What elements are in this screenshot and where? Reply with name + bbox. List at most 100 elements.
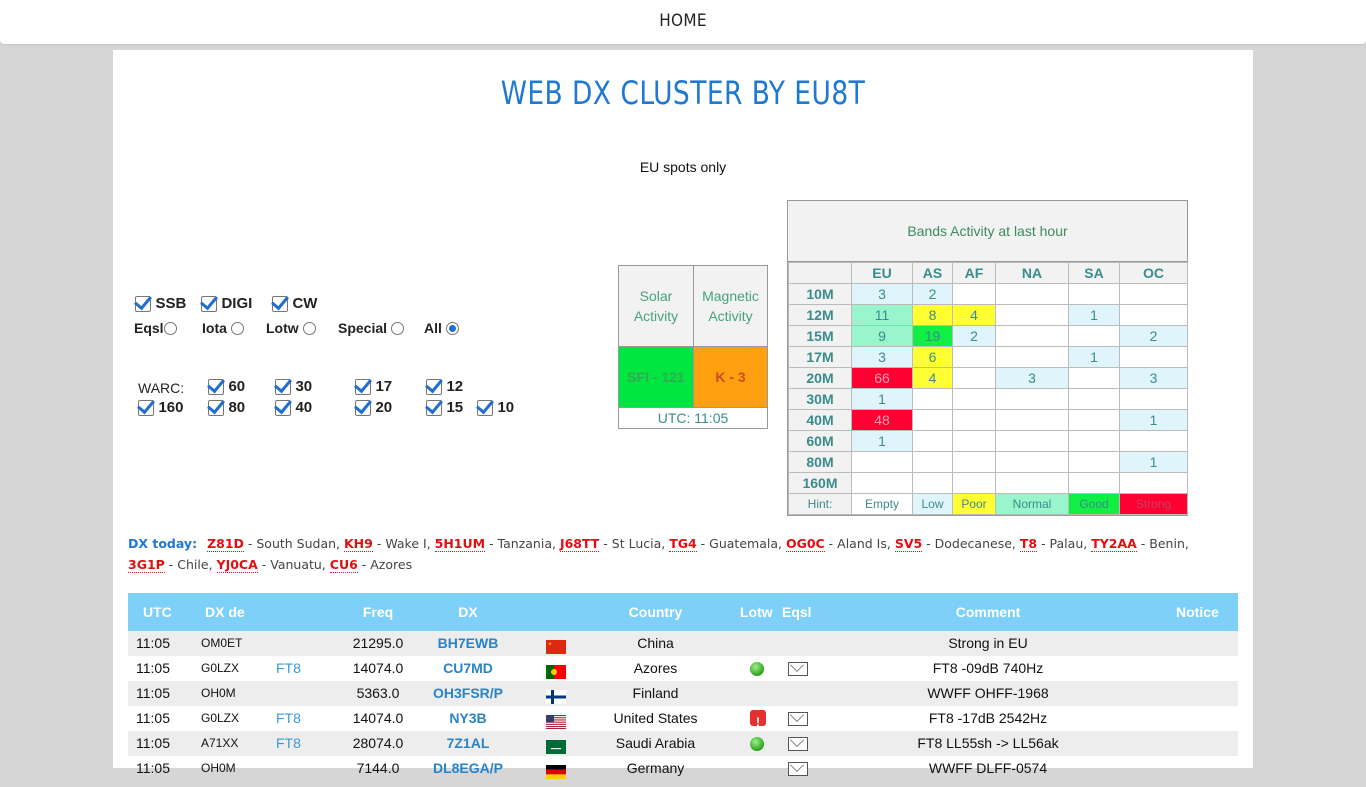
spot-row[interactable]: 11:05 OM0ET 21295.0 BH7EWB China Strong in EU: [128, 631, 1238, 656]
band-row-12m: 12M 11 8 4 1: [788, 304, 1188, 326]
dx-today-call[interactable]: TY2AA: [1091, 536, 1137, 552]
spot-spotter[interactable]: A71XX: [201, 731, 238, 756]
radio-all-button[interactable]: [446, 322, 460, 336]
solar-activity-label: Solar Activity: [619, 266, 694, 347]
dx-today-call[interactable]: SV5: [894, 536, 923, 552]
dx-today-call[interactable]: Z81D: [207, 536, 244, 552]
col-notice[interactable]: Notice: [1176, 593, 1219, 631]
radio-lotw[interactable]: Lotw: [266, 320, 317, 338]
filter-cw[interactable]: CW: [272, 295, 317, 313]
filter-band-60[interactable]: 60: [208, 378, 245, 396]
spot-spotter[interactable]: OH0M: [201, 681, 236, 706]
spot-utc: 11:05: [136, 760, 170, 776]
col-dx-de[interactable]: DX de: [205, 593, 245, 631]
filter-band-40[interactable]: 40: [275, 399, 312, 417]
filter-digi[interactable]: DIGI: [201, 295, 252, 313]
dx-today-call[interactable]: KH9: [344, 536, 373, 552]
hint-poor: Poor: [952, 493, 996, 515]
spot-utc: 11:05: [136, 710, 170, 726]
home-link[interactable]: HOME: [0, 11, 1366, 31]
spot-dx-call[interactable]: 7Z1AL: [418, 731, 518, 756]
band-activity-cell: 48: [851, 409, 913, 431]
col-dx[interactable]: DX: [418, 593, 518, 631]
band-label: 17M: [788, 346, 852, 368]
col-utc[interactable]: UTC: [143, 593, 172, 631]
spot-dx-call[interactable]: OH3FSR/P: [418, 681, 518, 706]
spot-utc: 11:05: [136, 660, 170, 676]
filter-band-10[interactable]: 10: [477, 399, 514, 417]
radio-eqsl[interactable]: Eqsl: [134, 320, 177, 338]
region-as: AS: [912, 262, 953, 284]
band-activity-cell: 1: [851, 430, 913, 452]
band-activity-cell: [912, 451, 953, 473]
band-activity-cell: 1: [1068, 304, 1120, 326]
spot-dx-call[interactable]: CU7MD: [418, 656, 518, 681]
band-activity-cell: 66: [851, 367, 913, 389]
spot-freq[interactable]: 28074.0: [323, 731, 433, 756]
spot-comment: Strong in EU: [948, 635, 1028, 651]
dx-today-call[interactable]: 3G1P: [128, 557, 165, 573]
spot-row[interactable]: 11:05 G0LZX FT8 14074.0 NY3B United States! FT…: [128, 706, 1238, 731]
hint-empty: Empty: [851, 493, 913, 515]
spot-freq[interactable]: 14074.0: [323, 656, 433, 681]
dx-today-call[interactable]: J68TT: [559, 536, 600, 552]
spot-dx-call[interactable]: BH7EWB: [418, 631, 518, 656]
band-activity-cell: [952, 451, 996, 473]
band-activity-cell: [952, 367, 996, 389]
spot-dx-call[interactable]: DL8EGA/P: [418, 756, 518, 781]
filter-band-15[interactable]: 15: [426, 399, 463, 417]
radio-iota[interactable]: Iota: [202, 320, 245, 338]
spot-spotter[interactable]: OM0ET: [201, 631, 242, 656]
filter-band-160[interactable]: 160: [138, 399, 183, 417]
flag-de-icon: [546, 762, 566, 779]
spot-dx-call[interactable]: NY3B: [418, 706, 518, 731]
dx-today-call[interactable]: T8: [1019, 536, 1038, 552]
radio-lotw-button[interactable]: [303, 322, 317, 336]
spot-freq[interactable]: 14074.0: [323, 706, 433, 731]
checkbox-cw[interactable]: [272, 295, 288, 312]
dx-today-call[interactable]: YJ0CA: [216, 557, 258, 573]
filter-band-30[interactable]: 30: [275, 378, 312, 396]
dx-today-call[interactable]: 5H1UM: [434, 536, 486, 552]
radio-special[interactable]: Special: [338, 320, 405, 338]
spot-spotter[interactable]: G0LZX: [201, 706, 239, 731]
spot-freq[interactable]: 7144.0: [323, 756, 433, 781]
col-freq[interactable]: Freq: [323, 593, 433, 631]
spot-row[interactable]: 11:05 OH0M 5363.0 OH3FSR/P Finland WWFF OHFF-…: [128, 681, 1238, 706]
col-country[interactable]: Country: [588, 593, 723, 631]
spot-row[interactable]: 11:05 A71XX FT8 28074.0 7Z1AL Saudi Arabia FT8…: [128, 731, 1238, 756]
filter-band-80[interactable]: 80: [208, 399, 245, 417]
band-activity-cell: [851, 472, 913, 494]
filter-ssb[interactable]: SSB: [135, 295, 186, 313]
spot-comment: WWFF OHFF-1968: [927, 685, 1049, 701]
spot-freq[interactable]: 5363.0: [323, 681, 433, 706]
spot-row[interactable]: 11:05 G0LZX FT8 14074.0 CU7MD Azores FT8 -09dB…: [128, 656, 1238, 681]
dx-today-call[interactable]: TG4: [669, 536, 697, 552]
radio-eqsl-button[interactable]: [163, 322, 177, 336]
band-row-15m: 15M 9 19 2 2: [788, 325, 1188, 347]
band-activity-cell: [912, 472, 953, 494]
spot-spotter[interactable]: OH0M: [201, 756, 236, 781]
band-activity-cell: 3: [1119, 367, 1188, 389]
spot-spotter[interactable]: G0LZX: [201, 656, 239, 681]
col-eqsl[interactable]: Eqsl: [782, 593, 812, 631]
dx-today-entity: - Chile,: [164, 557, 217, 572]
dx-today-call[interactable]: OG0C: [785, 536, 825, 552]
radio-all[interactable]: All: [424, 320, 460, 338]
spot-row[interactable]: 11:05 OH0M 7144.0 DL8EGA/P Germany WWFF DLFF-…: [128, 756, 1238, 781]
dx-today-call[interactable]: CU6: [329, 557, 358, 573]
hint-low: Low: [912, 493, 953, 515]
spot-freq[interactable]: 21295.0: [323, 631, 433, 656]
filter-band-17[interactable]: 17: [355, 378, 392, 396]
filter-band-12[interactable]: 12: [426, 378, 463, 396]
col-lotw[interactable]: Lotw: [740, 593, 773, 631]
flag-sa-icon: [546, 737, 566, 754]
checkbox-ssb[interactable]: [135, 295, 151, 312]
checkbox-digi[interactable]: [201, 295, 217, 312]
col-comment[interactable]: Comment: [848, 593, 1128, 631]
radio-iota-button[interactable]: [231, 322, 245, 336]
band-row-60m: 60M 1: [788, 430, 1188, 452]
filter-band-20[interactable]: 20: [355, 399, 392, 417]
band-activity-cell: [1068, 367, 1120, 389]
radio-special-button[interactable]: [391, 322, 405, 336]
